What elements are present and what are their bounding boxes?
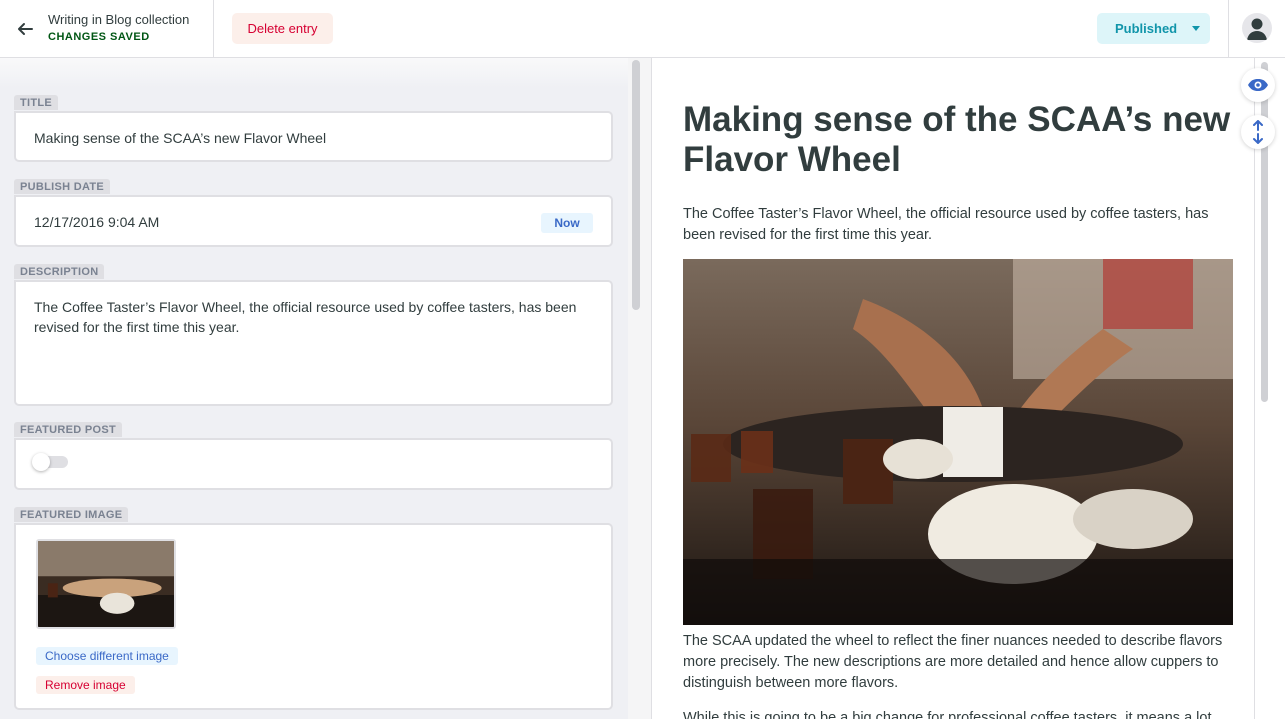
top-bar: Writing in Blog collection CHANGES SAVED… [0, 0, 1285, 58]
preview-hero-image [683, 259, 1233, 625]
description-field: DESCRIPTION The Coffee Taster’s Flavor W… [14, 262, 613, 406]
publish-status-dropdown[interactable]: Published [1097, 13, 1210, 44]
save-status: CHANGES SAVED [48, 31, 150, 43]
preview-body-paragraph-1: The SCAA updated the wheel to reflect th… [683, 633, 1223, 691]
divider [213, 0, 214, 58]
entry-title-block: Writing in Blog collection CHANGES SAVED [48, 12, 189, 43]
featured-post-box [14, 438, 613, 490]
preview-scrollbar[interactable] [1261, 62, 1268, 402]
eye-icon[interactable] [1241, 68, 1275, 102]
featured-post-toggle[interactable] [32, 453, 68, 471]
preview-title: Making sense of the SCAA’s new Flavor Wh… [683, 100, 1231, 179]
featured-image-label: FEATURED IMAGE [14, 507, 129, 522]
title-label: TITLE [14, 95, 59, 110]
preview-intro: The Coffee Taster’s Flavor Wheel, the of… [683, 206, 1209, 243]
back-button[interactable] [0, 0, 50, 58]
publish-date-field: PUBLISH DATE 12/17/2016 9:04 AM Now [14, 177, 613, 247]
publish-date-label: PUBLISH DATE [14, 179, 111, 194]
chevron-down-icon [1192, 26, 1200, 31]
preview-scroll-track [1254, 58, 1285, 719]
toggle-knob [32, 453, 50, 471]
editor-pane: TITLE Making sense of the SCAA’s new Fla… [0, 58, 628, 719]
now-button[interactable]: Now [541, 213, 593, 233]
editor-scrollbar[interactable] [632, 60, 640, 310]
preview-pane: Making sense of the SCAA’s new Flavor Wh… [653, 58, 1253, 719]
title-field: TITLE Making sense of the SCAA’s new Fla… [14, 93, 613, 162]
preview-body-paragraph-2: While this is going to be a big change f… [683, 710, 1212, 719]
description-textarea[interactable]: The Coffee Taster’s Flavor Wheel, the of… [14, 280, 613, 406]
collection-label: Writing in Blog collection [48, 12, 190, 27]
title-input[interactable]: Making sense of the SCAA’s new Flavor Wh… [14, 111, 613, 162]
choose-different-image-button[interactable]: Choose different image [36, 647, 178, 665]
user-avatar-icon[interactable] [1242, 13, 1272, 43]
scroll-sync-icon[interactable] [1241, 115, 1275, 149]
description-label: DESCRIPTION [14, 264, 105, 279]
featured-image-thumbnail [36, 539, 176, 629]
divider [1228, 0, 1229, 58]
remove-image-button[interactable]: Remove image [36, 676, 135, 694]
publish-date-input[interactable]: 12/17/2016 9:04 AM Now [14, 195, 613, 247]
publish-status-label: Published [1115, 21, 1178, 36]
featured-post-field: FEATURED POST [14, 420, 613, 490]
arrow-left-icon [18, 23, 33, 35]
featured-image-box: Choose different image Remove image [14, 523, 613, 710]
delete-entry-button[interactable]: Delete entry [232, 13, 333, 44]
featured-post-label: FEATURED POST [14, 422, 122, 437]
featured-image-field: FEATURED IMAGE Choose different image Re… [14, 505, 613, 710]
publish-date-value: 12/17/2016 9:04 AM [34, 214, 160, 230]
